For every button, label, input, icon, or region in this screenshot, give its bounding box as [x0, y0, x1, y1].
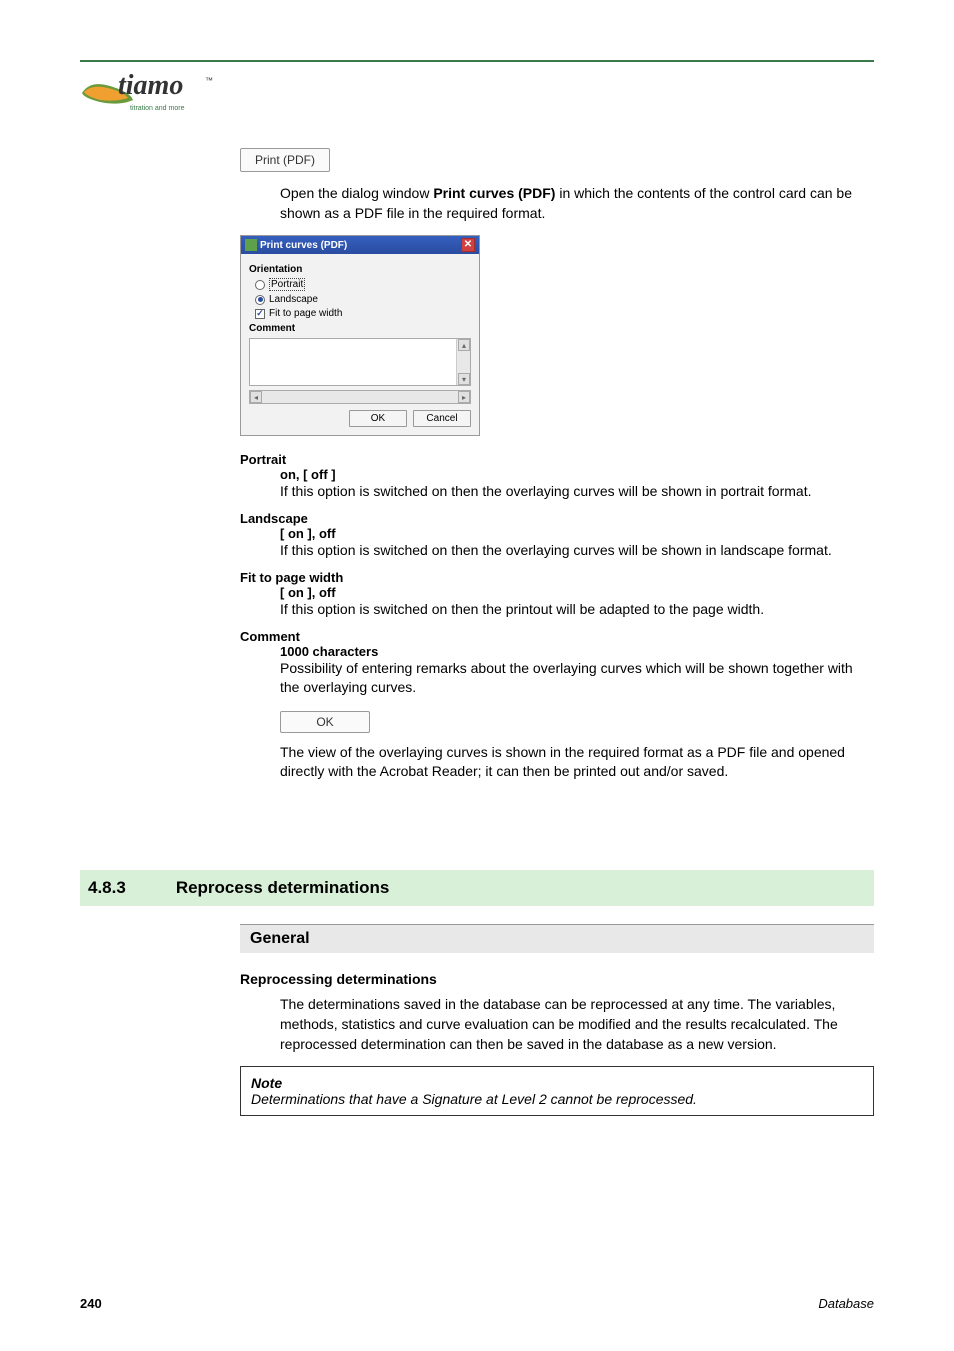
opt-landscape-desc: If this option is switched on then the o…: [280, 541, 874, 560]
scrollbar-vertical[interactable]: ▴ ▾: [456, 339, 470, 385]
logo-tagline: titration and more: [130, 105, 184, 112]
opt-portrait-vals: on, [ off ]: [280, 467, 874, 482]
reprocessing-paragraph: The determinations saved in the database…: [280, 995, 874, 1054]
section-number: 4.8.3: [88, 878, 126, 898]
page-number: 240: [80, 1296, 102, 1311]
checkbox-fit[interactable]: ✓ Fit to page width: [255, 308, 471, 319]
radio-icon: [255, 280, 265, 290]
opt-fit-vals: [ on ], off: [280, 585, 874, 600]
close-icon[interactable]: ✕: [461, 238, 475, 252]
ok-button[interactable]: OK: [280, 711, 370, 733]
orientation-group-label: Orientation: [249, 264, 471, 275]
logo-tm: ™: [205, 76, 213, 85]
opt-portrait-title: Portrait: [240, 452, 874, 467]
dialog-title-text: Print curves (PDF): [260, 240, 347, 251]
chapter-label: Database: [818, 1296, 874, 1311]
print-dialog: Print curves (PDF) ✕ Orientation Portrai…: [240, 235, 480, 436]
scroll-down-icon[interactable]: ▾: [458, 373, 470, 385]
intro-text-pre: Open the dialog window: [280, 185, 433, 201]
opt-fit-desc: If this option is switched on then the p…: [280, 600, 874, 619]
comment-textarea[interactable]: ▴ ▾: [249, 338, 471, 386]
print-pdf-button[interactable]: Print (PDF): [240, 148, 330, 172]
radio-icon: [255, 295, 265, 305]
note-text: Determinations that have a Signature at …: [251, 1091, 863, 1107]
opt-comment-title: Comment: [240, 629, 874, 644]
ok-paragraph: The view of the overlaying curves is sho…: [280, 743, 874, 781]
logo: tiamo ™ titration and more: [80, 70, 874, 118]
checkbox-fit-label: Fit to page width: [269, 308, 342, 319]
dialog-app-icon: [245, 239, 257, 251]
opt-landscape-vals: [ on ], off: [280, 526, 874, 541]
scroll-left-icon[interactable]: ◂: [250, 391, 262, 403]
reprocessing-heading: Reprocessing determinations: [240, 971, 874, 987]
header-rule: [80, 60, 874, 62]
section-title: Reprocess determinations: [176, 878, 390, 898]
scroll-up-icon[interactable]: ▴: [458, 339, 470, 351]
page-footer: 240 Database: [80, 1296, 874, 1311]
section-heading: 4.8.3 Reprocess determinations: [80, 870, 874, 906]
general-heading: General: [240, 924, 874, 953]
intro-paragraph: Open the dialog window Print curves (PDF…: [280, 184, 874, 223]
opt-fit-title: Fit to page width: [240, 570, 874, 585]
opt-landscape-title: Landscape: [240, 511, 874, 526]
intro-text-bold: Print curves (PDF): [433, 185, 555, 201]
dialog-titlebar: Print curves (PDF) ✕: [241, 236, 479, 254]
dialog-cancel-button[interactable]: Cancel: [413, 410, 471, 427]
comment-group-label: Comment: [249, 323, 471, 334]
opt-portrait-desc: If this option is switched on then the o…: [280, 482, 874, 501]
radio-landscape[interactable]: Landscape: [255, 294, 471, 305]
radio-landscape-label: Landscape: [269, 294, 318, 305]
opt-comment-vals: 1000 characters: [280, 644, 874, 659]
radio-portrait-label: Portrait: [269, 278, 305, 291]
scrollbar-horizontal[interactable]: ◂ ▸: [249, 390, 471, 404]
note-title: Note: [251, 1075, 863, 1091]
note-box: Note Determinations that have a Signatur…: [240, 1066, 874, 1116]
scroll-right-icon[interactable]: ▸: [458, 391, 470, 403]
radio-portrait[interactable]: Portrait: [255, 278, 471, 291]
checkbox-icon: ✓: [255, 309, 265, 319]
opt-comment-desc: Possibility of entering remarks about th…: [280, 659, 874, 697]
logo-text: tiamo: [118, 70, 183, 102]
dialog-ok-button[interactable]: OK: [349, 410, 407, 427]
